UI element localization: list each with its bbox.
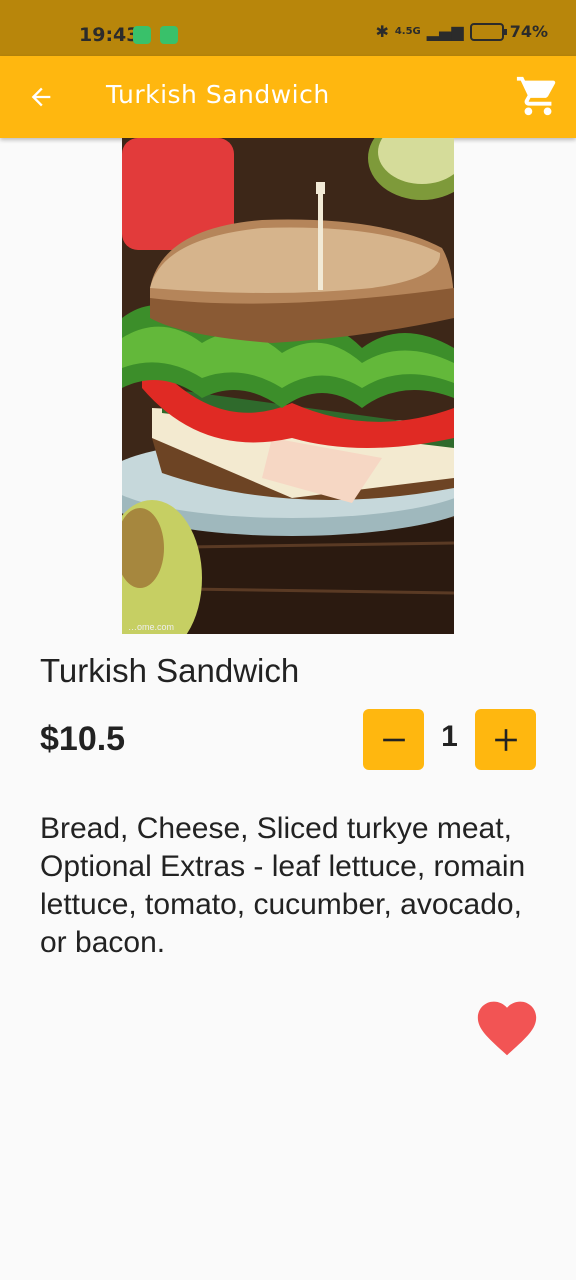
- app-bar: Turkish Sandwich: [0, 56, 576, 138]
- signal-icon: ▂▄▆: [426, 22, 464, 41]
- network-label: 4.5G: [394, 26, 421, 37]
- status-indicators: ✱ 4.5G ▂▄▆ 74%: [375, 22, 548, 41]
- bluetooth-icon: ✱: [375, 22, 389, 41]
- favorite-button[interactable]: [472, 992, 542, 1058]
- product-description: Bread, Cheese, Sliced turkye meat, Optio…: [40, 812, 526, 959]
- arrow-left-icon: [31, 87, 51, 107]
- notification-icon: [160, 26, 178, 44]
- increase-quantity-button[interactable]: [475, 709, 536, 770]
- product-name: Turkish Sandwich: [40, 652, 300, 689]
- page-title: Turkish Sandwich: [106, 80, 330, 109]
- image-watermark: …ome.com: [128, 622, 175, 632]
- heart-icon: [477, 1001, 537, 1056]
- back-button[interactable]: [24, 80, 58, 114]
- plus-icon: [494, 728, 517, 751]
- status-bar: 19:43 ✱ 4.5G ▂▄▆ 74%: [0, 0, 576, 56]
- battery-icon: [469, 22, 507, 41]
- decrease-quantity-button[interactable]: [363, 709, 424, 770]
- status-time: 19:43: [79, 24, 140, 46]
- sandwich-illustration: [122, 138, 454, 634]
- battery-percent: 74%: [509, 22, 548, 41]
- minus-icon: [382, 738, 405, 741]
- cart-button[interactable]: [514, 72, 562, 120]
- quantity-value: 1: [441, 720, 458, 753]
- shopping-cart-icon: [516, 76, 556, 116]
- product-image: …ome.com: [122, 138, 454, 634]
- notification-icon: [133, 26, 151, 44]
- product-price: $10.5: [40, 720, 126, 758]
